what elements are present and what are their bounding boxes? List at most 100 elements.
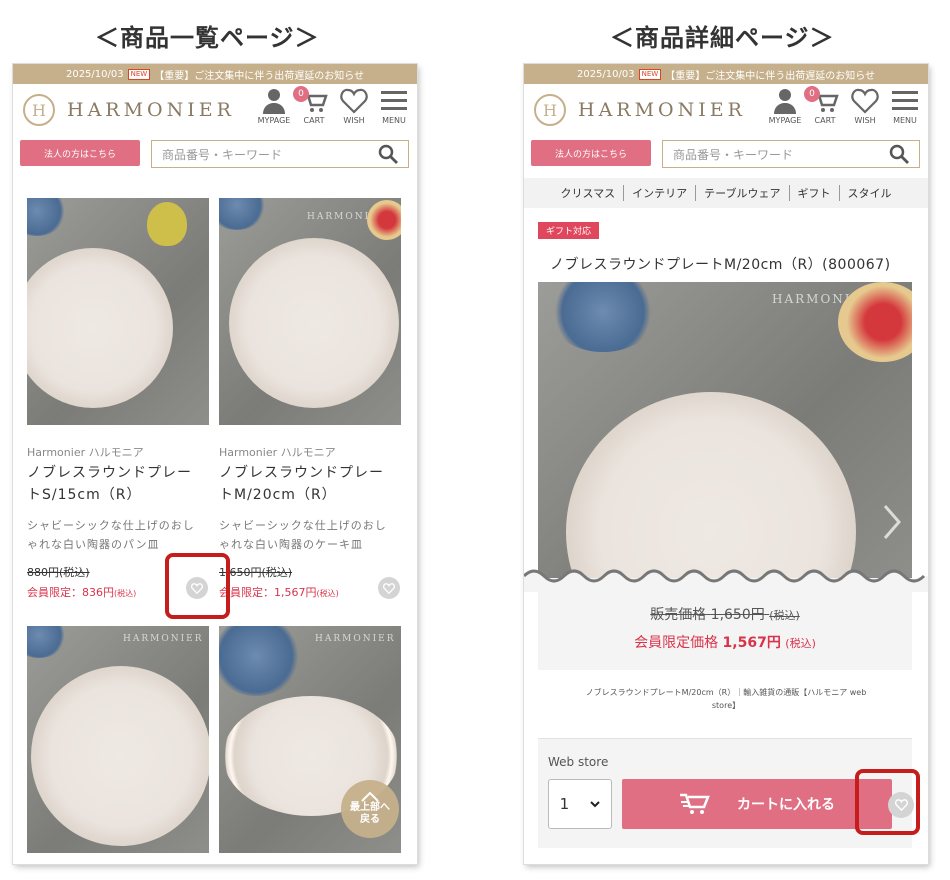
wishlist-button[interactable] xyxy=(378,577,400,599)
plate-image xyxy=(229,238,399,408)
category-link[interactable]: クリスマス xyxy=(552,185,625,201)
notice-date: 2025/10/03 xyxy=(576,68,635,80)
product-image[interactable]: HARMONIER xyxy=(27,626,209,853)
cart-link[interactable]: 0 CART xyxy=(804,86,842,125)
plate-image xyxy=(27,248,173,408)
member-price-value: 会員限定：1,567円 xyxy=(219,586,317,599)
product-list-screen: 2025/10/03 NEW 【重要】ご注文集中に伴う出荷遅延のお知らせ H H… xyxy=(13,64,417,864)
product-description-line: シャビーシックな仕上げのおし xyxy=(219,519,387,532)
search-icon[interactable] xyxy=(378,144,398,164)
hamburger-icon xyxy=(892,91,918,110)
category-nav: クリスマス インテリア テーブルウェア ギフト スタイル xyxy=(524,178,928,208)
site-logo[interactable]: H HARMONIER xyxy=(534,94,746,126)
menu-button[interactable]: MENU xyxy=(888,88,922,125)
mypage-label: MYPAGE xyxy=(768,116,802,125)
hamburger-icon xyxy=(381,91,407,110)
search-row: 法人の方はこちら 商品番号・キーワード xyxy=(13,134,417,174)
site-header: H HARMONIER MYPAGE 0 CART WISH MENU xyxy=(524,84,928,134)
heart-icon xyxy=(340,88,368,114)
price-label: 販売価格 xyxy=(650,607,707,623)
flower-decoration xyxy=(27,198,67,236)
regular-price: 880円(税込) xyxy=(27,566,90,579)
notice-text: 【重要】ご注文集中に伴う出荷遅延のお知らせ xyxy=(154,70,365,82)
search-icon[interactable] xyxy=(889,144,909,164)
flower-decoration xyxy=(548,282,658,352)
plate-image xyxy=(566,392,856,578)
add-to-cart-label: カートに入れる xyxy=(737,797,835,813)
quantity-value: 1 xyxy=(559,795,570,813)
category-link[interactable]: ギフト xyxy=(790,185,840,201)
add-to-cart-button[interactable]: カートに入れる xyxy=(622,779,892,829)
logo-emblem: H xyxy=(534,94,566,126)
product-image[interactable]: HARMONIER xyxy=(219,198,401,425)
tart-decoration xyxy=(838,282,912,362)
notice-date: 2025/10/03 xyxy=(65,68,124,80)
category-link[interactable]: テーブルウェア xyxy=(696,185,790,201)
product-title: ノブレスラウンドプレートM/20cm（R）(800067) xyxy=(550,257,891,273)
plate-image xyxy=(31,666,209,846)
search-placeholder: 商品番号・キーワード xyxy=(673,147,794,162)
category-link[interactable]: スタイル xyxy=(840,185,900,201)
watermark: HARMONIER xyxy=(123,634,204,644)
wish-label: WISH xyxy=(343,116,365,125)
flower-decoration xyxy=(219,198,267,230)
cut-wave xyxy=(524,569,928,592)
heart-icon xyxy=(383,582,395,594)
notice-bar[interactable]: 2025/10/03 NEW 【重要】ご注文集中に伴う出荷遅延のお知らせ xyxy=(524,64,928,84)
regular-price: 販売価格 1,650円 (税込) xyxy=(538,604,912,624)
site-logo[interactable]: H HARMONIER xyxy=(23,94,235,126)
notice-bar[interactable]: 2025/10/03 NEW 【重要】ご注文集中に伴う出荷遅延のお知らせ xyxy=(13,64,417,84)
search-input[interactable]: 商品番号・キーワード xyxy=(662,140,920,168)
corporate-button[interactable]: 法人の方はこちら xyxy=(531,140,651,166)
mypage-link[interactable]: MYPAGE xyxy=(768,88,802,125)
price-tax: (税込) xyxy=(769,609,800,622)
store-label: Web store xyxy=(548,755,609,769)
product-name-line: ノブレスラウンドプレー xyxy=(27,465,192,481)
detail-page-heading: ＜商品詳細ページ＞ xyxy=(610,24,835,52)
gift-tag: ギフト対応 xyxy=(538,222,600,239)
product-name-line: トM/20cm（R） xyxy=(219,487,337,503)
pear-decoration xyxy=(147,202,187,246)
mypage-link[interactable]: MYPAGE xyxy=(257,88,291,125)
category-link[interactable]: インテリア xyxy=(624,185,697,201)
member-price: 会員限定：1,567円(税込) xyxy=(219,584,339,600)
wish-link[interactable]: WISH xyxy=(337,88,371,125)
highlight-frame xyxy=(165,553,230,619)
chevron-right-icon[interactable] xyxy=(882,504,902,540)
search-row: 法人の方はこちら 商品番号・キーワード xyxy=(524,134,928,174)
breadcrumb-line[interactable]: store】 xyxy=(544,699,908,712)
chevron-down-icon xyxy=(590,800,601,807)
wish-link[interactable]: WISH xyxy=(848,88,882,125)
site-header: H HARMONIER MYPAGE 0 CART WISH MENU xyxy=(13,84,417,134)
product-description-line: シャビーシックな仕上げのおし xyxy=(27,519,195,532)
tax-note: (税込) xyxy=(316,589,339,598)
product-detail-screen: 2025/10/03 NEW 【重要】ご注文集中に伴う出荷遅延のお知らせ H H… xyxy=(524,64,928,864)
breadcrumb: ノブレスラウンドプレートM/20cm（R）｜輸入雑貨の通販【ハルモニア web … xyxy=(544,686,908,712)
back-to-top-button[interactable]: 最上部へ 戻る xyxy=(341,780,399,838)
product-main-image[interactable]: HARMONIER xyxy=(538,282,912,578)
breadcrumb-line[interactable]: ノブレスラウンドプレートM/20cm（R）｜輸入雑貨の通販【ハルモニア web xyxy=(544,686,908,699)
member-price-value: 会員限定：836円 xyxy=(27,586,114,599)
product-image[interactable] xyxy=(27,198,209,425)
product-name-line: ノブレスラウンドプレー xyxy=(219,465,384,481)
header-nav: MYPAGE 0 CART WISH MENU xyxy=(257,86,411,125)
price-value: 1,650円 xyxy=(710,607,765,623)
corporate-button[interactable]: 法人の方はこちら xyxy=(20,140,140,166)
menu-button[interactable]: MENU xyxy=(377,88,411,125)
cart-icon xyxy=(680,793,710,814)
user-icon xyxy=(774,89,796,114)
logo-text: HARMONIER xyxy=(67,99,235,121)
search-input[interactable]: 商品番号・キーワード xyxy=(151,140,409,168)
tart-decoration xyxy=(367,200,401,240)
tax-note: (税込) xyxy=(114,589,137,598)
flower-decoration xyxy=(219,626,301,696)
back-to-top-label: 戻る xyxy=(360,814,380,825)
list-page-heading: ＜商品一覧ページ＞ xyxy=(95,24,320,52)
header-nav: MYPAGE 0 CART WISH MENU xyxy=(768,86,922,125)
product-name-line: トS/15cm（R） xyxy=(27,487,142,503)
quantity-select[interactable]: 1 xyxy=(548,779,612,829)
cart-link[interactable]: 0 CART xyxy=(293,86,331,125)
member-price-tax: (税込) xyxy=(785,637,816,650)
product-name[interactable]: ノブレスラウンドプレー トM/20cm（R） xyxy=(219,462,384,506)
product-name[interactable]: ノブレスラウンドプレー トS/15cm（R） xyxy=(27,462,192,506)
